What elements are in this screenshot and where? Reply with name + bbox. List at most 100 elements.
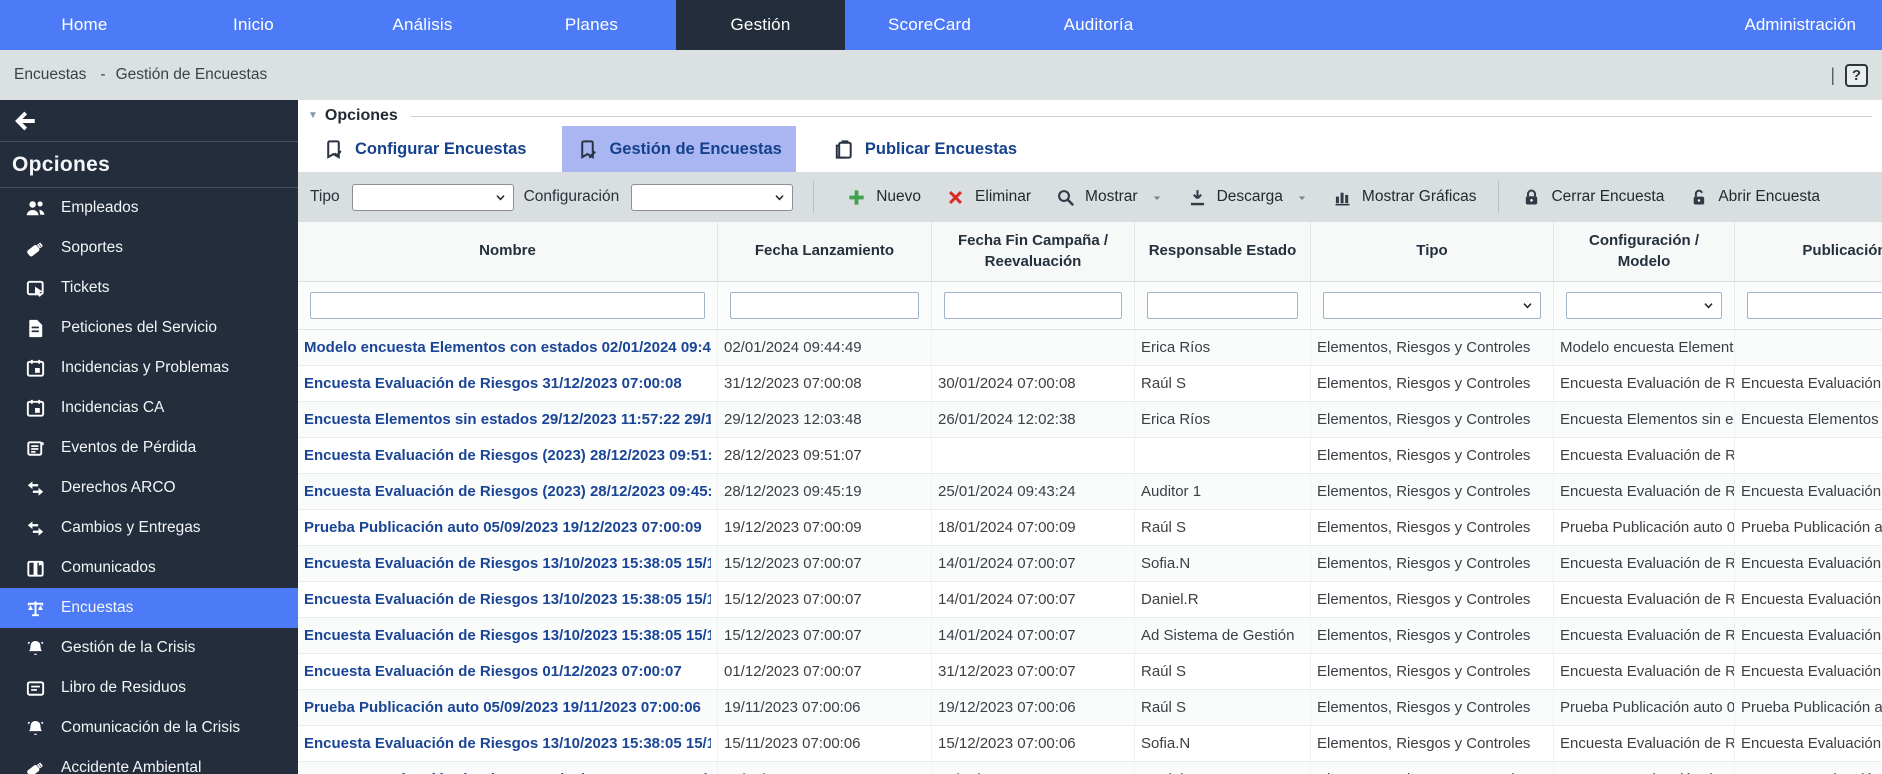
eliminar-button[interactable]: Eliminar [933, 179, 1043, 215]
abrir-encuesta-button[interactable]: Abrir Encuesta [1676, 179, 1832, 215]
filter-cell-fecha-lanzamiento [718, 282, 932, 329]
survey-name-link[interactable]: Encuesta Evaluación de Riesgos 13/10/202… [304, 735, 711, 752]
sidebar-item-derechos-arco[interactable]: Derechos ARCO [0, 468, 298, 508]
cell-fecha-lanzamiento: 02/01/2024 09:44:49 [718, 330, 932, 365]
survey-name-link[interactable]: Encuesta Evaluación de Riesgos 13/10/202… [304, 555, 711, 572]
mostrar-graficas-button[interactable]: Mostrar Gráficas [1320, 179, 1489, 215]
column-header-publicacion[interactable]: Publicación [1735, 222, 1882, 281]
sidebar-item-peticiones-del-servicio[interactable]: Peticiones del Servicio [0, 308, 298, 348]
nav-item-analisis[interactable]: Análisis [338, 0, 507, 50]
table-row[interactable]: Modelo encuesta Elementos con estados 02… [298, 330, 1882, 366]
sidebar-item-incidencias-ca[interactable]: Incidencias CA [0, 388, 298, 428]
survey-name-link[interactable]: Encuesta Evaluación de Riesgos 13/10/202… [304, 591, 711, 608]
ticket-icon [24, 277, 47, 300]
sidebar-item-eventos-de-perdida[interactable]: Eventos de Pérdida [0, 428, 298, 468]
fieldset-rule [411, 116, 1872, 117]
filter-cell-publicacion [1735, 282, 1882, 329]
cell-configuracion-modelo: Encuesta Evaluación de Riesgos [1554, 654, 1735, 689]
cell-tipo: Elementos, Riesgos y Controles [1311, 582, 1554, 617]
nav-item-inicio[interactable]: Inicio [169, 0, 338, 50]
back-arrow-icon[interactable] [12, 108, 38, 134]
column-header-responsable-estado[interactable]: Responsable Estado [1135, 222, 1311, 281]
cell-tipo: Elementos, Riesgos y Controles [1311, 366, 1554, 401]
table-row[interactable]: Encuesta Evaluación de Riesgos 13/10/202… [298, 618, 1882, 654]
configuracion-select[interactable] [631, 184, 793, 211]
toolbar-buttons: NuevoEliminarMostrarDescargaMostrar Gráf… [834, 179, 1832, 215]
tab-configurar-encuestas[interactable]: Configurar Encuestas [308, 126, 540, 172]
sidebar-item-empleados[interactable]: Empleados [0, 188, 298, 228]
cell-fecha-fin-campana-reevaluacion: 14/01/2024 07:00:07 [932, 618, 1135, 653]
table-row[interactable]: Encuesta Evaluación de Riesgos (2023) 28… [298, 438, 1882, 474]
cell-configuracion-modelo: Encuesta Evaluación de Riesgos [1554, 726, 1735, 761]
filter-input-publicacion[interactable] [1747, 292, 1882, 319]
sidebar-item-encuestas[interactable]: Encuestas [0, 588, 298, 628]
table-row[interactable]: Encuesta Evaluación de Riesgos 13/10/202… [298, 726, 1882, 762]
nuevo-button[interactable]: Nuevo [834, 179, 933, 215]
column-header-tipo[interactable]: Tipo [1311, 222, 1554, 281]
column-header-fecha-fin-campana-reevaluacion[interactable]: Fecha Fin Campaña / Reevaluación [932, 222, 1135, 281]
sidebar-item-accidente-ambiental[interactable]: Accidente Ambiental [0, 748, 298, 774]
table-row[interactable]: Encuesta Evaluación de Riesgos 01/12/202… [298, 654, 1882, 690]
tipo-select[interactable] [352, 184, 514, 211]
sidebar-item-label: Encuestas [61, 599, 133, 617]
sidebar-item-libro-de-residuos[interactable]: Libro de Residuos [0, 668, 298, 708]
app-window: HomeInicioAnálisisPlanesGestiónScoreCard… [0, 0, 1882, 774]
cell-fecha-lanzamiento: 15/12/2023 07:00:07 [718, 618, 932, 653]
nav-item-gestion[interactable]: Gestión [676, 0, 845, 50]
tab-gestion-de-encuestas[interactable]: Gestión de Encuestas [562, 126, 795, 172]
table-row[interactable]: Encuesta Evaluación de Riesgos 13/10/202… [298, 546, 1882, 582]
survey-name-link[interactable]: Encuesta Evaluación de Riesgos 13/10/202… [304, 627, 711, 644]
sidebar-item-comunicacion-de-la-crisis[interactable]: Comunicación de la Crisis [0, 708, 298, 748]
table-row[interactable]: Prueba Publicación auto 05/09/2023 19/12… [298, 510, 1882, 546]
sidebar-item-incidencias-y-problemas[interactable]: Incidencias y Problemas [0, 348, 298, 388]
cell-publicacion: Encuesta Evaluación de Riesgos [1735, 546, 1882, 581]
column-header-nombre[interactable]: Nombre [298, 222, 718, 281]
mostrar-button[interactable]: Mostrar [1043, 179, 1175, 215]
sidebar-item-cambios-y-entregas[interactable]: Cambios y Entregas [0, 508, 298, 548]
sidebar-item-tickets[interactable]: Tickets [0, 268, 298, 308]
sidebar-item-soportes[interactable]: Soportes [0, 228, 298, 268]
filter-input-fecha-fin-campana-reevaluacion[interactable] [944, 292, 1122, 319]
column-header-fecha-lanzamiento[interactable]: Fecha Lanzamiento [718, 222, 932, 281]
table-row[interactable]: Encuesta Evaluación de Riesgos 13/10/202… [298, 582, 1882, 618]
nav-item-home[interactable]: Home [0, 0, 169, 50]
collapse-triangle-icon[interactable]: ▼ [308, 111, 318, 121]
tab-publicar-encuestas[interactable]: Publicar Encuestas [818, 126, 1031, 172]
filter-select-configuracion-modelo[interactable] [1566, 292, 1722, 319]
cell-publicacion: Encuesta Evaluación de Riesgos [1735, 726, 1882, 761]
nav-item-administracion[interactable]: Administración [1719, 0, 1882, 50]
survey-name-link[interactable]: Encuesta Evaluación de Riesgos 01/12/202… [304, 663, 682, 680]
tab-label: Publicar Encuestas [865, 140, 1017, 159]
breadcrumb-section[interactable]: Encuestas [14, 66, 86, 84]
table-row[interactable]: Encuesta Evaluación de Riesgos 13/10/202… [298, 762, 1882, 774]
nav-item-auditoria[interactable]: Auditoría [1014, 0, 1183, 50]
toolbar-divider [1498, 181, 1499, 213]
sidebar-item-label: Cambios y Entregas [61, 519, 201, 537]
table-row[interactable]: Encuesta Elementos sin estados 29/12/202… [298, 402, 1882, 438]
filter-cell-tipo [1311, 282, 1554, 329]
cell-publicacion: Prueba Publicación auto [1735, 510, 1882, 545]
column-header-configuracion-modelo[interactable]: Configuración / Modelo [1554, 222, 1735, 281]
filter-select-tipo[interactable] [1323, 292, 1541, 319]
survey-name-link[interactable]: Modelo encuesta Elementos con estados 02… [304, 339, 711, 356]
cerrar-encuesta-button[interactable]: Cerrar Encuesta [1509, 179, 1676, 215]
table-row[interactable]: Encuesta Evaluación de Riesgos (2023) 28… [298, 474, 1882, 510]
descarga-button[interactable]: Descarga [1175, 179, 1320, 215]
nav-item-scorecard[interactable]: ScoreCard [845, 0, 1014, 50]
filter-input-fecha-lanzamiento[interactable] [730, 292, 919, 319]
survey-name-link[interactable]: Prueba Publicación auto 05/09/2023 19/12… [304, 519, 702, 536]
survey-name-link[interactable]: Encuesta Evaluación de Riesgos 31/12/202… [304, 375, 682, 392]
filter-input-nombre[interactable] [310, 292, 705, 319]
nav-item-planes[interactable]: Planes [507, 0, 676, 50]
sidebar-item-comunicados[interactable]: Comunicados [0, 548, 298, 588]
table-row[interactable]: Encuesta Evaluación de Riesgos 31/12/202… [298, 366, 1882, 402]
survey-name-link[interactable]: Encuesta Evaluación de Riesgos (2023) 28… [304, 447, 711, 464]
filter-input-responsable-estado[interactable] [1147, 292, 1298, 319]
help-icon[interactable]: ? [1845, 64, 1868, 87]
sidebar-item-gestion-de-la-crisis[interactable]: Gestión de la Crisis [0, 628, 298, 668]
usb-icon [24, 237, 47, 260]
survey-name-link[interactable]: Encuesta Evaluación de Riesgos (2023) 28… [304, 483, 711, 500]
survey-name-link[interactable]: Prueba Publicación auto 05/09/2023 19/11… [304, 699, 701, 716]
survey-name-link[interactable]: Encuesta Elementos sin estados 29/12/202… [304, 411, 711, 428]
table-row[interactable]: Prueba Publicación auto 05/09/2023 19/11… [298, 690, 1882, 726]
